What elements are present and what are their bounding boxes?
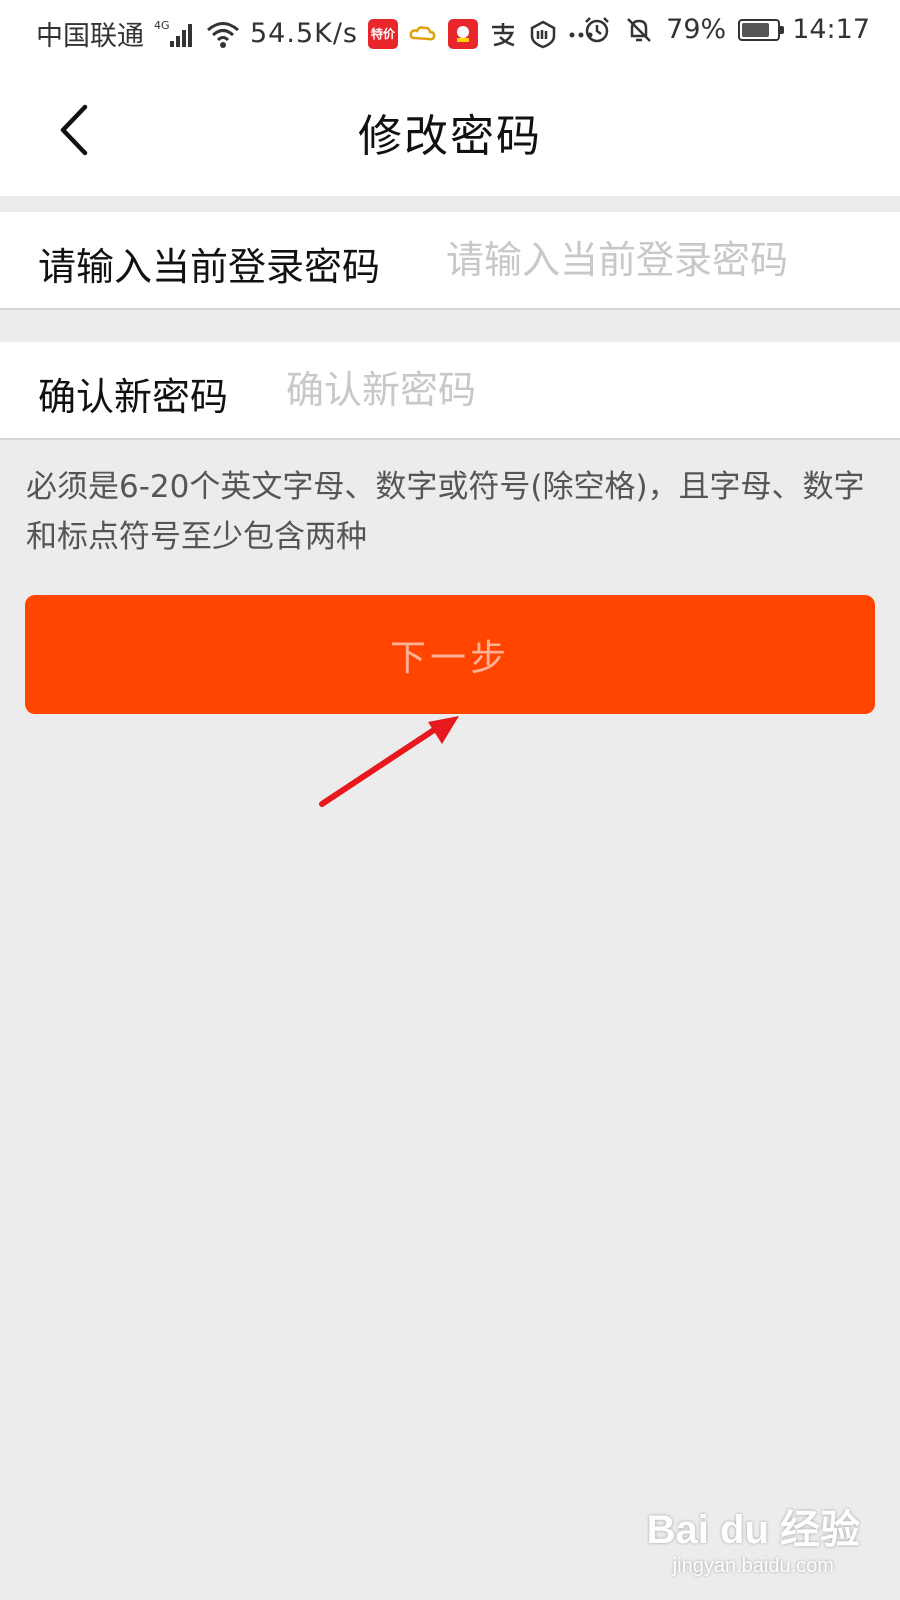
status-bar: 中国联通 4G 54.5K/s 特价 79% 14:17 [0, 0, 900, 62]
tejia-app-icon: 特价 [368, 18, 398, 49]
current-password-input[interactable] [446, 232, 792, 288]
battery-percent: 79% [666, 14, 727, 45]
watermark-logo: Bai du 经验 [646, 1508, 860, 1552]
network-speed: 54.5K/s [250, 18, 358, 49]
current-password-label: 请输入当前登录密码 [38, 245, 381, 289]
confirm-password-input[interactable] [286, 362, 846, 418]
carrier-name: 中国联通 [36, 21, 144, 52]
alipay-icon [488, 19, 518, 49]
wifi-icon [206, 19, 240, 49]
status-bar-left: 中国联通 4G 54.5K/s 特价 [36, 14, 594, 53]
mute-icon [624, 15, 654, 45]
battery-level [742, 22, 770, 37]
current-password-row: 请输入当前登录密码 [0, 212, 900, 310]
confirm-password-row: 确认新密码 [0, 342, 900, 440]
page-title: 修改密码 [358, 111, 542, 162]
arrow-shaft [319, 723, 443, 807]
next-step-button[interactable]: 下一步 [25, 595, 875, 714]
clock: 14:17 [792, 14, 870, 45]
shield-icon [528, 19, 558, 49]
password-rule-hint: 必须是6-20个英文字母、数字或符号(除空格)，且字母、数字和标点符号至少包含两… [26, 469, 865, 555]
tejia-app-label: 特价 [370, 27, 395, 41]
watermark-url: jingyan.baidu.com [672, 1555, 834, 1577]
status-bar-right: 79% 14:17 [582, 14, 870, 45]
red-app-icon [448, 18, 478, 49]
cloud-icon [408, 19, 438, 49]
alarm-icon [582, 15, 612, 45]
arrow-head [428, 716, 459, 744]
network-type: 4G [154, 19, 170, 32]
signal-icon: 4G [154, 19, 196, 49]
battery-icon [738, 18, 785, 41]
baidu-jingyan-watermark: Bai du 经验 jingyan.baidu.com [647, 1497, 860, 1578]
nav-bar: 修改密码 [0, 62, 900, 196]
confirm-password-label: 确认新密码 [38, 375, 229, 419]
